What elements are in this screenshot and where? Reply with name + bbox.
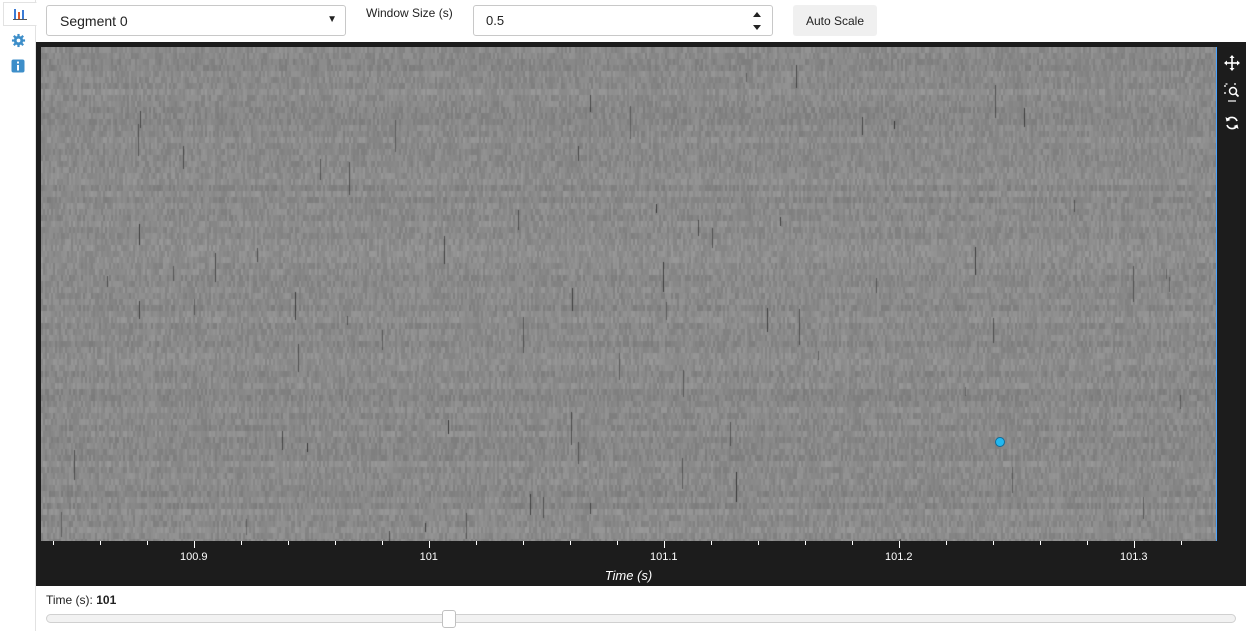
major-tick — [898, 541, 900, 548]
raster-plot-area[interactable] — [41, 47, 1217, 541]
minor-tick — [99, 541, 101, 545]
chart-icon[interactable] — [3, 2, 37, 26]
minor-tick — [804, 541, 806, 545]
major-tick — [428, 541, 430, 548]
plot-panel: Time (s) 100.9 101 101.1 101.2 101.3 — [36, 42, 1246, 586]
tick-label: 101 — [419, 551, 438, 563]
minor-tick — [569, 541, 571, 545]
window-size-label: Window Size (s) — [366, 6, 453, 20]
minor-tick — [475, 541, 477, 545]
info-icon[interactable] — [3, 54, 33, 78]
caret-down-icon: ▼ — [327, 14, 337, 25]
minor-tick — [334, 541, 336, 545]
plot-toolbar — [1222, 52, 1242, 142]
minor-tick — [851, 541, 853, 545]
gear-icon[interactable] — [3, 28, 33, 52]
tick-label: 100.9 — [179, 551, 208, 563]
minor-tick — [146, 541, 148, 545]
minor-tick — [381, 541, 383, 545]
minor-tick — [1086, 541, 1088, 545]
time-label: Time (s): 101 — [46, 593, 116, 607]
x-axis-title: Time (s) — [604, 568, 653, 583]
window-size-input[interactable]: 0.5 — [473, 5, 773, 36]
major-tick — [1133, 541, 1135, 548]
auto-scale-button[interactable]: Auto Scale — [793, 5, 877, 36]
segment-select[interactable]: Segment 0 ▼ — [46, 5, 346, 36]
minor-tick — [616, 541, 618, 545]
time-slider-track[interactable] — [46, 614, 1236, 623]
window-size-value: 0.5 — [486, 13, 505, 28]
time-slider-handle[interactable] — [441, 610, 456, 628]
x-axis: Time (s) 100.9 101 101.1 101.2 101.3 — [41, 541, 1216, 586]
minor-tick — [522, 541, 524, 545]
major-tick — [663, 541, 665, 548]
minor-tick — [757, 541, 759, 545]
minor-tick — [240, 541, 242, 545]
minor-tick — [945, 541, 947, 545]
tick-label: 101.3 — [1119, 551, 1148, 563]
cursor-marker[interactable] — [994, 437, 1005, 448]
time-label-text: Time (s): — [46, 593, 93, 607]
tick-label: 101.1 — [649, 551, 678, 563]
raster-heatmap — [41, 47, 1216, 541]
reset-icon[interactable] — [1222, 112, 1242, 134]
segment-select-value: Segment 0 — [60, 12, 128, 29]
box-zoom-icon[interactable] — [1222, 82, 1242, 104]
minor-tick — [1180, 541, 1182, 545]
pan-icon[interactable] — [1222, 52, 1242, 74]
left-icon-rail — [0, 0, 37, 631]
minor-tick — [287, 541, 289, 545]
tick-label: 101.2 — [884, 551, 913, 563]
major-tick — [193, 541, 195, 548]
spinner-arrows-icon[interactable] — [750, 9, 764, 33]
time-value: 101 — [96, 593, 117, 607]
minor-tick — [52, 541, 54, 545]
minor-tick — [710, 541, 712, 545]
minor-tick — [1039, 541, 1041, 545]
minor-tick — [992, 541, 994, 545]
